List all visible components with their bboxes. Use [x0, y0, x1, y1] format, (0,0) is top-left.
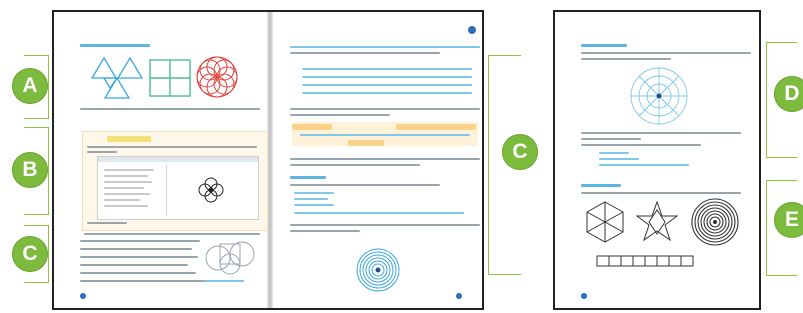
code-line — [294, 212, 464, 214]
section-heading — [290, 176, 326, 179]
window-titlebar — [98, 157, 258, 162]
text-line — [581, 132, 741, 134]
callout-e: E — [774, 202, 803, 238]
text-line — [581, 192, 741, 194]
text-line — [104, 187, 144, 189]
text-line — [290, 158, 480, 160]
square-circles-figure — [205, 241, 255, 275]
code-line — [302, 68, 472, 70]
triangle-pattern-figure — [90, 56, 144, 99]
page-number-marker — [581, 293, 587, 299]
text-line — [581, 58, 671, 60]
tip-box — [292, 122, 478, 146]
number-line-figure — [596, 255, 694, 267]
text-line — [204, 280, 244, 282]
page-number-marker — [468, 26, 476, 34]
code-line — [302, 92, 472, 94]
highlight — [292, 124, 332, 130]
text-line — [80, 240, 200, 242]
code-line — [302, 84, 472, 86]
left-page-heading — [80, 44, 150, 47]
code-line — [294, 192, 334, 194]
page-number-marker — [80, 293, 86, 299]
text-line — [581, 138, 641, 140]
snowflake-figure — [630, 67, 688, 125]
text-line — [581, 52, 751, 54]
textbook-page-single — [553, 10, 761, 310]
text-line — [104, 169, 154, 171]
code-line — [294, 204, 334, 206]
text-line — [104, 205, 148, 207]
page-number-marker — [456, 293, 462, 299]
section-heading — [581, 184, 621, 187]
text-line — [84, 233, 260, 235]
callout-c-right: C — [502, 134, 538, 170]
concentric-circles-figure — [356, 248, 400, 292]
text-line — [87, 222, 127, 224]
text-line — [290, 224, 480, 226]
callout-c-left: C — [12, 236, 48, 272]
text-line — [80, 256, 198, 258]
text-line — [290, 46, 480, 48]
window-divider — [166, 165, 167, 215]
text-line — [80, 108, 260, 110]
code-line — [302, 76, 472, 78]
code-line — [599, 164, 689, 166]
highlight — [348, 140, 384, 146]
square-grid-figure — [149, 59, 191, 97]
text-line — [290, 108, 480, 110]
text-line — [80, 272, 196, 274]
text-line — [104, 193, 150, 195]
code-line — [599, 152, 629, 154]
section-heading — [581, 44, 627, 47]
rose-pattern-figure — [196, 56, 238, 98]
code-line — [599, 158, 639, 160]
text-line — [104, 199, 140, 201]
activity-box — [82, 131, 268, 231]
callout-d: D — [774, 76, 803, 112]
text-line — [104, 181, 152, 183]
text-line — [87, 146, 257, 148]
textbook-spread — [52, 10, 484, 310]
text-line — [581, 144, 701, 146]
text-line — [290, 52, 440, 54]
code-line — [294, 198, 328, 200]
text-line — [80, 264, 188, 266]
software-window-screenshot — [97, 156, 259, 220]
highlight — [396, 124, 476, 130]
text-line — [87, 151, 117, 153]
text-line — [290, 184, 440, 186]
callout-b: B — [12, 152, 48, 188]
text-line — [290, 164, 420, 166]
hexagon-figure — [586, 201, 624, 243]
text-line — [104, 175, 148, 177]
box-tag — [107, 136, 151, 142]
text-line — [290, 230, 360, 232]
flower-drawing-figure — [198, 177, 224, 203]
star-figure — [635, 200, 679, 242]
callout-a: A — [12, 68, 48, 104]
dense-circle-figure — [691, 198, 739, 246]
text-line — [290, 114, 390, 116]
code-line — [300, 134, 470, 136]
text-line — [80, 248, 192, 250]
